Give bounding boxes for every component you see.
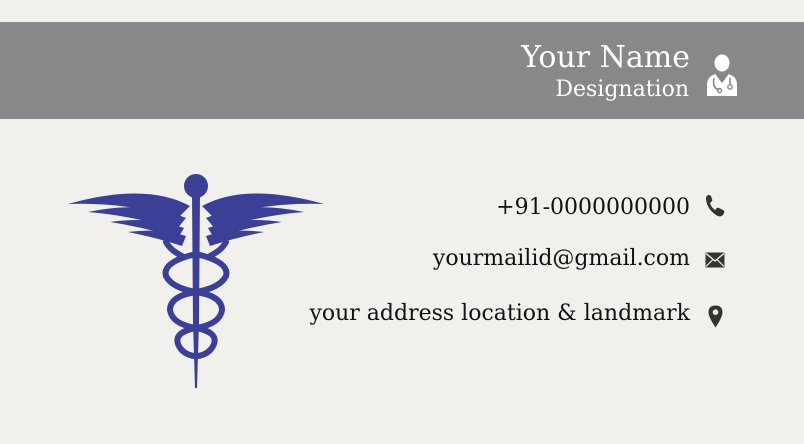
card-name: Your Name [521, 40, 690, 75]
map-pin-icon [708, 305, 723, 328]
caduceus-icon [68, 174, 324, 388]
card-designation: Designation [555, 77, 689, 102]
phone-icon [706, 195, 725, 217]
postal-address: your address location & landmark [309, 301, 690, 326]
doctor-icon [707, 54, 737, 96]
email-address: yourmailid@gmail.com [432, 246, 690, 271]
envelope-icon [705, 252, 725, 268]
top-margin [0, 0, 804, 22]
phone-number: +91-0000000000 [496, 195, 690, 220]
